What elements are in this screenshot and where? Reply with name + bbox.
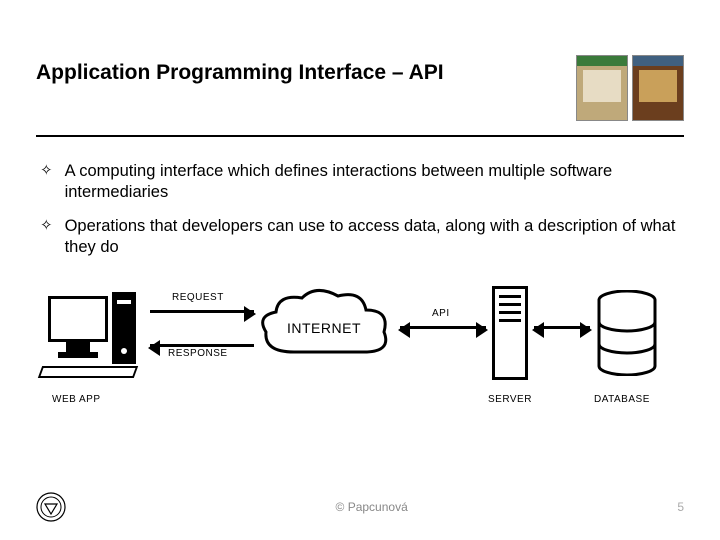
page-number: 5 — [677, 500, 684, 514]
footer: © Papcunová 5 — [0, 492, 720, 522]
monitor-icon — [48, 296, 108, 342]
request-arrow-icon — [150, 310, 254, 313]
bullet-icon: ✧ — [40, 216, 53, 257]
book-thumbnail-1 — [576, 55, 628, 121]
list-item: ✧ Operations that developers can use to … — [40, 216, 680, 257]
list-item: ✧ A computing interface which defines in… — [40, 161, 680, 202]
page-title: Application Programming Interface – API — [36, 55, 556, 85]
database-icon — [596, 290, 658, 376]
book-thumbnail-2 — [632, 55, 684, 121]
response-arrow-icon — [150, 344, 254, 347]
institution-logo-icon — [36, 492, 66, 522]
internet-label: INTERNET — [287, 320, 361, 336]
api-label: API — [432, 308, 450, 319]
server-label: SERVER — [488, 394, 532, 405]
api-arrow-icon — [400, 326, 486, 329]
copyright-text: © Papcunová — [66, 500, 677, 514]
server-icon — [492, 286, 528, 380]
keyboard-icon — [38, 366, 138, 378]
bullet-list: ✧ A computing interface which defines in… — [0, 137, 720, 258]
computer-tower-icon — [112, 292, 136, 364]
monitor-stand-icon — [66, 342, 90, 352]
api-diagram: WEB APP REQUEST RESPONSE INTERNET API SE… — [40, 286, 680, 431]
bullet-text: Operations that developers can use to ac… — [65, 216, 680, 257]
bullet-text: A computing interface which defines inte… — [65, 161, 680, 202]
header-thumbnails — [576, 55, 684, 121]
webapp-label: WEB APP — [52, 394, 101, 405]
monitor-base-icon — [58, 352, 98, 358]
db-arrow-icon — [534, 326, 590, 329]
request-label: REQUEST — [172, 292, 224, 303]
bullet-icon: ✧ — [40, 161, 53, 202]
database-label: DATABASE — [594, 394, 650, 405]
response-label: RESPONSE — [168, 348, 228, 359]
